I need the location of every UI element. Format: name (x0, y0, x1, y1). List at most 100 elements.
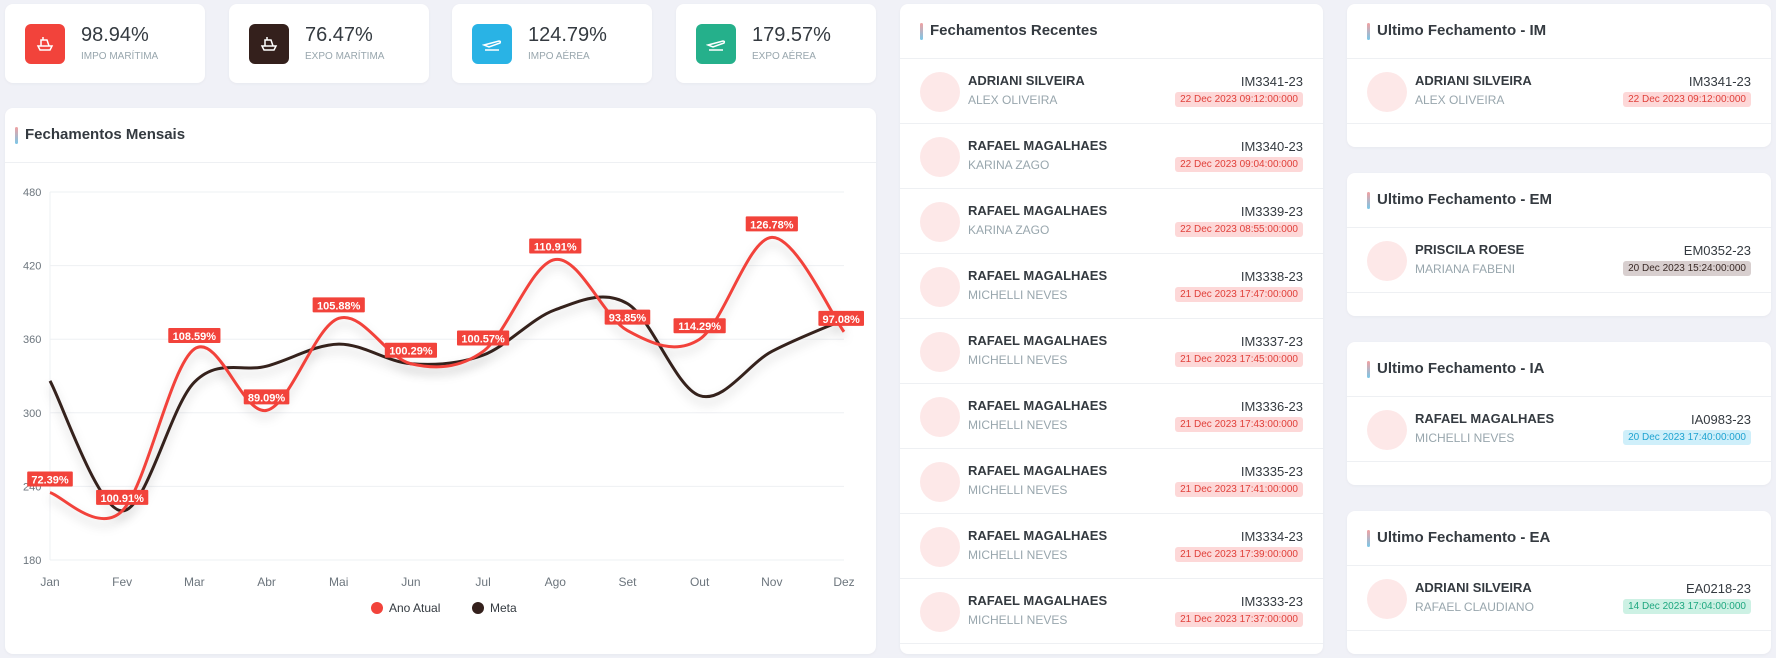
avatar (1367, 72, 1407, 112)
data-label: 93.85% (609, 313, 647, 325)
item-subname: MICHELLI NEVES (968, 353, 1068, 367)
data-label: 108.59% (173, 331, 217, 343)
item-code: IM3339-23 (1240, 204, 1303, 219)
legend-marker (371, 602, 383, 614)
recent-list-item[interactable]: RAFAEL MAGALHAES MICHELLI NEVES IM3338-23 2… (900, 254, 1323, 319)
item-subname: KARINA ZAGO (968, 223, 1050, 237)
item-subname: ALEX OLIVEIRA (1415, 93, 1505, 107)
last-closing-card-ia: Ultimo Fechamento - IA RAFAEL MAGALHAES MI… (1347, 342, 1771, 485)
recent-list-item[interactable]: RAFAEL MAGALHAES MICHELLI NEVES IM3336-23 2… (900, 384, 1323, 449)
item-code: IM3341-23 (1688, 74, 1751, 89)
date-badge: 22 Dec 2023 09:12:00:000 (1175, 92, 1303, 107)
item-code: EA0218-23 (1685, 581, 1751, 596)
item-name: RAFAEL MAGALHAES (968, 333, 1108, 348)
item-name: PRISCILA ROESE (1415, 242, 1525, 257)
date-badge: 22 Dec 2023 09:04:00:000 (1175, 157, 1303, 172)
recent-list-item[interactable]: RAFAEL MAGALHAES MICHELLI NEVES IM3337-23 2… (900, 319, 1323, 384)
item-subname: MICHELLI NEVES (1415, 431, 1515, 445)
item-subname: MICHELLI NEVES (968, 548, 1068, 562)
recent-list-item[interactable]: ADRIANI SILVEIRA ALEX OLIVEIRA IM3341-23 22… (900, 59, 1323, 124)
x-tick-label: Dez (833, 575, 854, 589)
data-label: 110.91% (534, 241, 577, 253)
x-tick-label: Set (618, 575, 637, 589)
plane-icon (696, 24, 736, 64)
item-name: RAFAEL MAGALHAES (968, 138, 1108, 153)
recent-list-item[interactable]: RAFAEL MAGALHAES MICHELLI NEVES IM3334-23 2… (900, 514, 1323, 579)
item-name: RAFAEL MAGALHAES (968, 268, 1108, 283)
last-closing-item[interactable]: ADRIANI SILVEIRA ALEX OLIVEIRA IM3341-23 22… (1347, 59, 1771, 124)
x-tick-label: Jul (475, 575, 490, 589)
avatar (920, 527, 960, 567)
recent-list-item[interactable]: RAFAEL MAGALHAES MICHELLI NEVES IM3333-23 2… (900, 579, 1323, 644)
item-name: RAFAEL MAGALHAES (968, 463, 1108, 478)
x-tick-label: Mai (329, 575, 348, 589)
last-closing-item[interactable]: RAFAEL MAGALHAES MICHELLI NEVES IA0983-23 2… (1347, 397, 1771, 462)
last-closing-title: Ultimo Fechamento - EM (1367, 191, 1552, 209)
item-subname: MARIANA FABENI (1415, 262, 1516, 276)
stat-value: 124.79% (528, 24, 607, 46)
last-closing-title: Ultimo Fechamento - IM (1367, 22, 1546, 40)
last-closing-item[interactable]: PRISCILA ROESE MARIANA FABENI EM0352-23 20 … (1347, 228, 1771, 293)
x-tick-label: Nov (761, 575, 782, 589)
item-subname: ALEX OLIVEIRA (968, 93, 1058, 107)
y-tick-label: 480 (23, 187, 41, 199)
item-name: RAFAEL MAGALHAES (968, 203, 1108, 218)
avatar (1367, 410, 1407, 450)
legend-marker (472, 602, 484, 614)
last-closing-item[interactable]: ADRIANI SILVEIRA RAFAEL CLAUDIANO EA0218-2… (1347, 566, 1771, 631)
recent-list-item[interactable]: RAFAEL MAGALHAES KARINA ZAGO IM3340-23 22 D… (900, 124, 1323, 189)
x-tick-label: Mar (184, 575, 205, 589)
date-badge: 21 Dec 2023 17:37:00:000 (1175, 612, 1303, 627)
item-code: IM3337-23 (1240, 334, 1303, 349)
item-subname: MICHELLI NEVES (968, 418, 1068, 432)
y-tick-label: 420 (23, 261, 41, 273)
x-tick-label: Abr (257, 575, 276, 589)
avatar (1367, 579, 1407, 619)
data-label: 89.09% (248, 392, 286, 404)
line-chart: 180240300360420480 72.39%100.91%108.59%8… (23, 187, 864, 615)
item-name: RAFAEL MAGALHAES (968, 593, 1108, 608)
item-subname: KARINA ZAGO (968, 158, 1050, 172)
stat-card-impo-aerea: 124.79% IMPO AÉREA (452, 4, 652, 83)
recent-list-item[interactable]: RAFAEL MAGALHAES MICHELLI NEVES IM3335-23 2… (900, 449, 1323, 514)
last-closing-card-em: Ultimo Fechamento - EM PRISCILA ROESE MARI… (1347, 173, 1771, 316)
item-code: IM3333-23 (1240, 594, 1303, 609)
data-label: 114.29% (678, 321, 721, 333)
stat-value: 179.57% (752, 24, 831, 46)
data-label: 100.29% (389, 346, 433, 358)
y-tick-label: 300 (23, 408, 41, 420)
last-closing-title: Ultimo Fechamento - EA (1367, 529, 1550, 547)
item-code: IM3336-23 (1240, 399, 1303, 414)
data-label: 105.88% (317, 300, 361, 312)
data-label: 126.78% (750, 219, 794, 231)
stat-label: EXPO AÉREA (752, 51, 816, 62)
x-tick-label: Out (690, 575, 710, 589)
y-tick-label: 180 (23, 555, 41, 567)
date-badge: 14 Dec 2023 17:04:00:000 (1623, 599, 1751, 614)
stat-card-impo-maritima: 98.94% IMPO MARÍTIMA (5, 4, 205, 83)
item-code: IM3341-23 (1240, 74, 1303, 89)
avatar (920, 137, 960, 177)
x-tick-label: Jun (401, 575, 420, 589)
avatar (920, 397, 960, 437)
ship-icon (249, 24, 289, 64)
date-badge: 22 Dec 2023 09:12:00:000 (1623, 92, 1751, 107)
item-subname: MICHELLI NEVES (968, 613, 1068, 627)
date-badge: 21 Dec 2023 17:41:00:000 (1175, 482, 1303, 497)
last-closing-card-ea: Ultimo Fechamento - EA ADRIANI SILVEIRA RA… (1347, 511, 1771, 654)
item-code: IA0983-23 (1691, 412, 1751, 427)
series-line-ano-atual (49, 235, 846, 520)
date-badge: 21 Dec 2023 17:43:00:000 (1175, 417, 1303, 432)
ship-icon (25, 24, 65, 64)
recent-list-item[interactable]: RAFAEL MAGALHAES KARINA ZAGO IM3339-23 22 D… (900, 189, 1323, 254)
date-badge: 21 Dec 2023 17:45:00:000 (1175, 352, 1303, 367)
legend-label: Ano Atual (389, 601, 440, 615)
date-badge: 21 Dec 2023 17:39:00:000 (1175, 547, 1303, 562)
stat-value: 98.94% (81, 24, 149, 46)
data-label: 100.57% (461, 333, 505, 345)
avatar (920, 592, 960, 632)
item-subname: MICHELLI NEVES (968, 288, 1068, 302)
x-tick-label: Fev (112, 575, 132, 589)
last-closing-title: Ultimo Fechamento - IA (1367, 360, 1545, 378)
avatar (920, 267, 960, 307)
